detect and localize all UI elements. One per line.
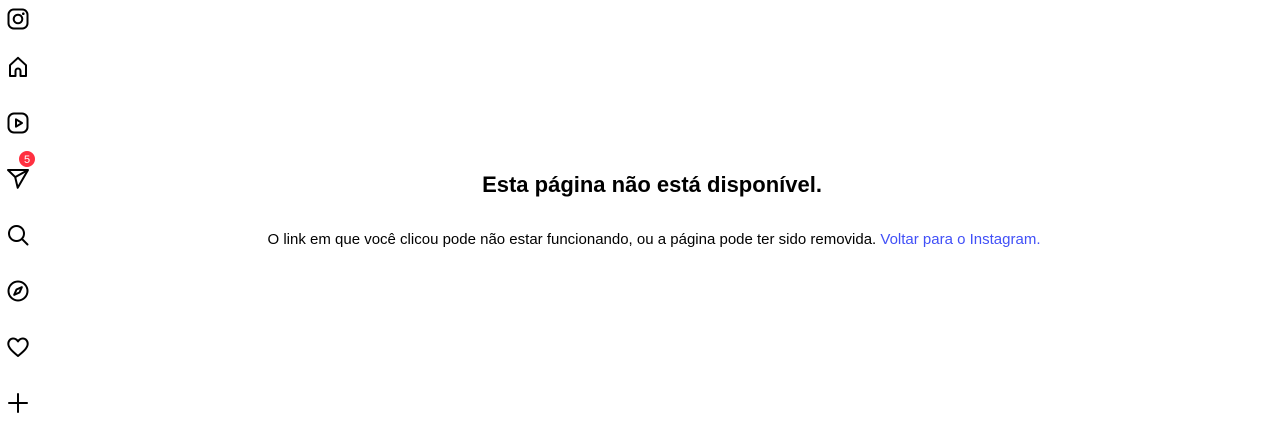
home-icon [9, 56, 27, 77]
error-message: O link em que você clicou pode não estar… [36, 230, 1268, 250]
sidebar: 5 [0, 0, 36, 435]
plus-icon [8, 393, 28, 413]
messages-link[interactable]: 5 [5, 150, 36, 192]
error-message-text: O link em que você clicou pode não estar… [267, 231, 877, 248]
explore-icon [7, 280, 29, 302]
messages-badge: 5 [18, 150, 36, 168]
notifications-link[interactable] [5, 334, 31, 360]
page-title: Esta página não está disponível. [482, 172, 822, 197]
explore-link[interactable] [5, 278, 31, 304]
search-link[interactable] [5, 222, 31, 248]
instagram-logo-icon [7, 8, 29, 30]
reels-icon [7, 112, 29, 134]
home-link[interactable] [5, 54, 31, 80]
create-link[interactable] [5, 390, 31, 416]
instagram-logo-link[interactable] [5, 6, 31, 32]
back-to-instagram-link[interactable]: Voltar para o Instagram. [880, 231, 1040, 248]
reels-link[interactable] [5, 110, 31, 136]
main-content: Esta página não está disponível. O link … [36, 0, 1268, 435]
heart-icon [7, 337, 29, 357]
messages-icon [7, 169, 29, 189]
search-icon [8, 225, 29, 246]
